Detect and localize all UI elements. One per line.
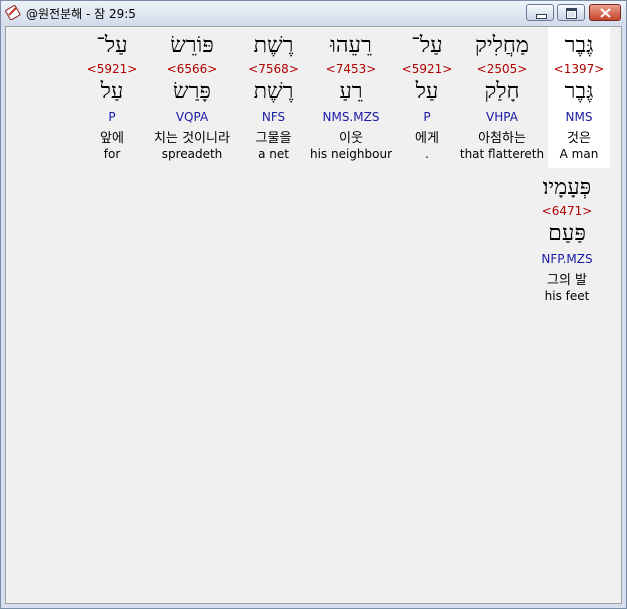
morphology-code: NMS.MZS [322, 110, 380, 124]
strong-number[interactable]: <6471> [531, 204, 603, 218]
title-bar[interactable]: @원전분해 - 잠 29:5 [1, 1, 626, 25]
word-block[interactable]: פְּעָמָיו׃ <6471> פַּעַם NFP.MZS 그의 발 hi… [531, 169, 603, 310]
strong-number[interactable]: <2505> [458, 62, 546, 76]
hebrew-lemma: עַל [415, 79, 439, 104]
window-title: @원전분해 - 잠 29:5 [26, 7, 136, 21]
word-block[interactable]: עַל־ <5921> עַל P 앞에 for [84, 27, 140, 168]
morphology-code: VHPA [486, 110, 518, 124]
english-gloss: for [103, 147, 121, 161]
hebrew-word: פְּעָמָיו׃ [542, 175, 592, 200]
hebrew-word: עַל־ [411, 33, 443, 58]
english-gloss: his feet [544, 289, 590, 303]
word-block[interactable]: גֶּבֶר <1397> גֶּבֶר NMS 것은 A man [548, 27, 610, 168]
korean-gloss: 그의 발 [546, 273, 587, 288]
hebrew-lemma: גֶּבֶר [564, 79, 594, 104]
korean-gloss: 에게 [415, 131, 439, 146]
hebrew-lemma: עַל [100, 79, 124, 104]
strong-number[interactable]: <7453> [306, 62, 396, 76]
close-button[interactable] [589, 4, 621, 21]
morphology-code: NMS [565, 110, 593, 124]
close-icon [600, 8, 611, 18]
word-block[interactable]: פּוֹרֵשׂ <6566> פָּרַשׂ VQPA 치는 것이니라 spr… [143, 27, 241, 168]
strong-number[interactable]: <1397> [548, 62, 610, 76]
english-gloss: that flattereth [459, 147, 545, 161]
maximize-button[interactable] [557, 4, 585, 21]
korean-gloss: 그물을 [255, 131, 292, 146]
english-gloss: spreadeth [161, 147, 223, 161]
interlinear-pane[interactable]: גֶּבֶר <1397> גֶּבֶר NMS 것은 A man מַחֲלִ… [5, 26, 622, 604]
hebrew-lemma: פָּרַשׂ [173, 79, 211, 104]
hebrew-word: עַל־ [96, 33, 128, 58]
hebrew-word: רֵעֵהוּ [330, 33, 372, 58]
english-gloss: a net [258, 147, 289, 161]
word-block[interactable]: מַחֲלִיק <2505> חָלַק VHPA 아첨하는 that fla… [458, 27, 546, 168]
morphology-code: P [108, 110, 116, 124]
morphology-code: VQPA [175, 110, 209, 124]
word-block[interactable]: רֶשֶׁת <7568> רֶשֶׁת NFS 그물을 a net [243, 27, 304, 168]
strong-number[interactable]: <6566> [143, 62, 241, 76]
korean-gloss: 앞에 [100, 131, 124, 146]
app-icon [5, 4, 21, 21]
hebrew-lemma: רֵעַ [339, 79, 363, 104]
korean-gloss: 아첨하는 [478, 131, 526, 146]
korean-gloss: 치는 것이니라 [154, 131, 230, 146]
morphology-code: NFS [261, 110, 286, 124]
english-gloss: . [425, 147, 429, 161]
strong-number[interactable]: <5921> [84, 62, 140, 76]
morphology-code: NFP.MZS [541, 252, 593, 266]
strong-number[interactable]: <5921> [398, 62, 456, 76]
word-block[interactable]: רֵעֵהוּ <7453> רֵעַ NMS.MZS 이웃 his neigh… [306, 27, 396, 168]
hebrew-lemma: חָלַק [484, 79, 520, 104]
app-window: @원전분해 - 잠 29:5 גֶּבֶר <1397> גֶּבֶר NMS … [0, 0, 627, 609]
word-block[interactable]: עַל־ <5921> עַל P 에게 . [398, 27, 456, 168]
hebrew-word: גֶּבֶר [564, 33, 594, 58]
hebrew-word: מַחֲלִיק [475, 33, 529, 58]
korean-gloss: 것은 [567, 131, 591, 146]
hebrew-word: רֶשֶׁת [253, 33, 294, 58]
korean-gloss: 이웃 [339, 131, 363, 146]
hebrew-lemma: רֶשֶׁת [253, 79, 294, 104]
morphology-code: P [423, 110, 431, 124]
minimize-button[interactable] [526, 4, 554, 21]
hebrew-word: פּוֹרֵשׂ [170, 33, 214, 58]
english-gloss: his neighbour [309, 147, 393, 161]
strong-number[interactable]: <7568> [243, 62, 304, 76]
hebrew-lemma: פַּעַם [548, 221, 586, 246]
english-gloss: A man [559, 147, 599, 161]
